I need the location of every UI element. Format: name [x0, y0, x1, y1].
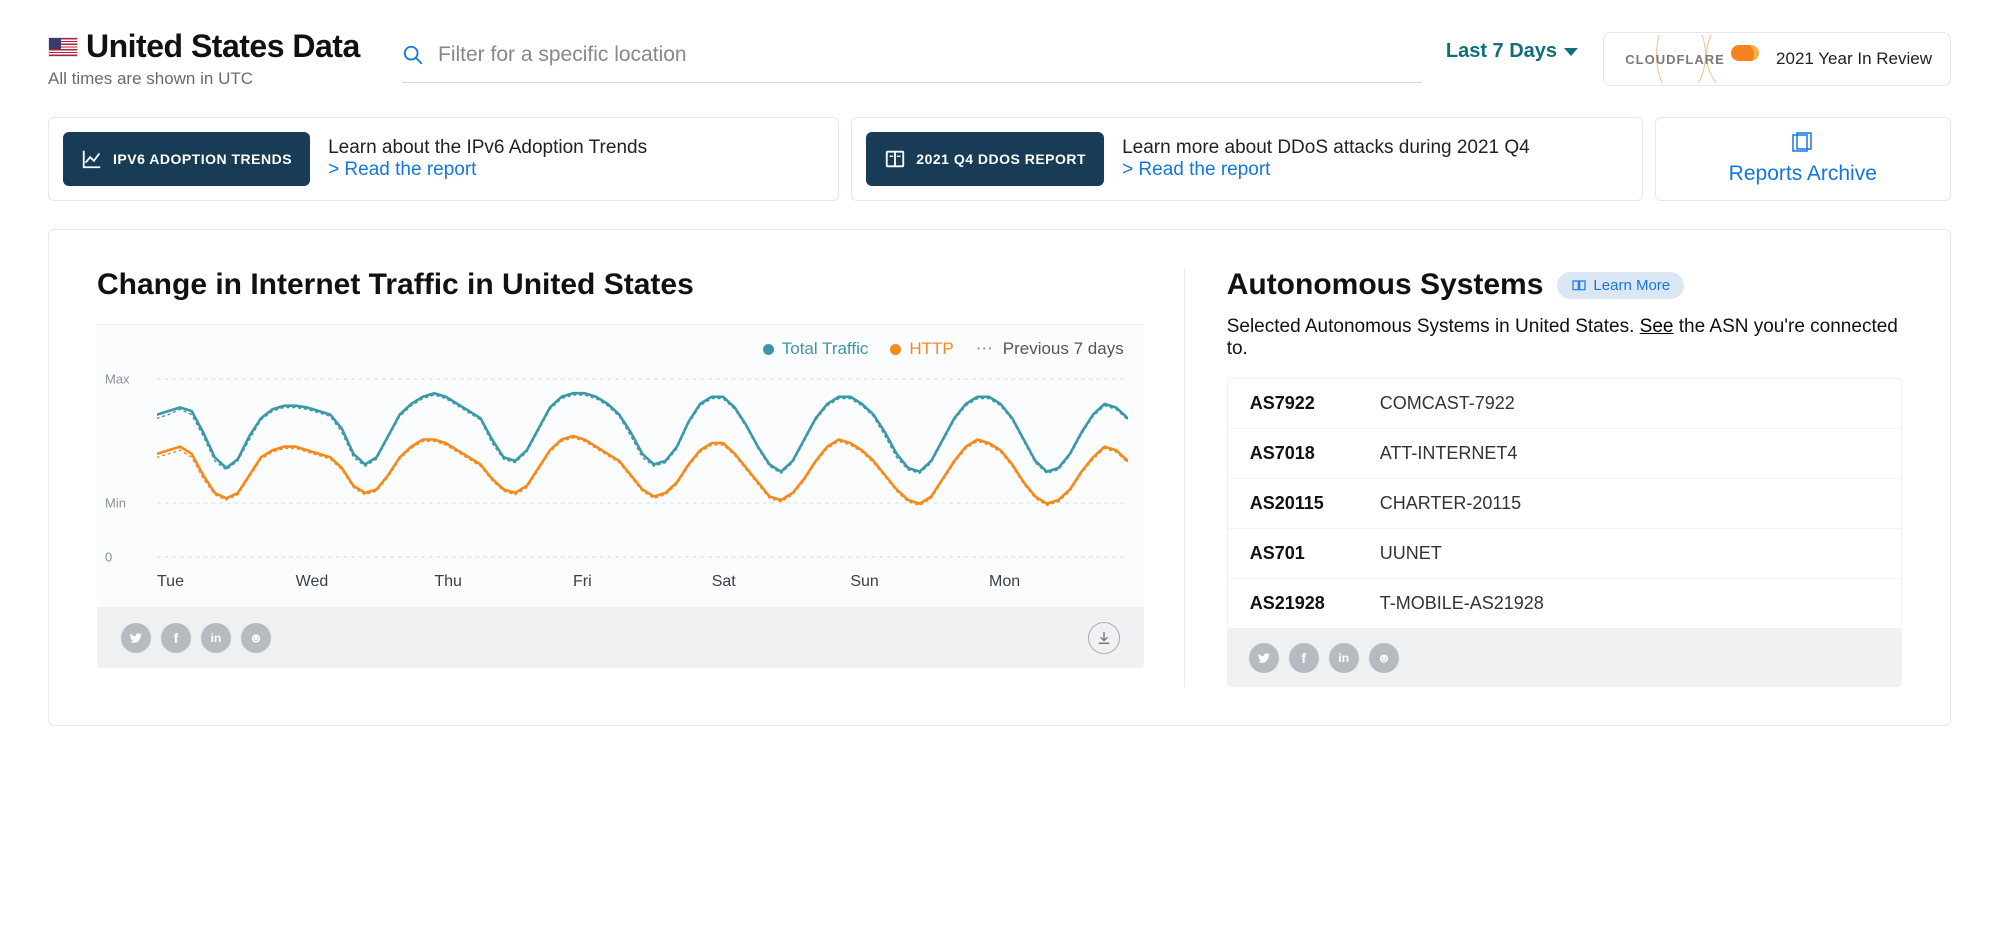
- asn-name: CHARTER-20115: [1380, 493, 1521, 514]
- share-reddit-icon[interactable]: [241, 623, 271, 653]
- legend-http: HTTP: [909, 339, 953, 359]
- chevron-down-icon: [1563, 46, 1579, 58]
- asn-name: T-MOBILE-AS21928: [1380, 593, 1544, 614]
- promo-ipv6-badge: IPV6 ADOPTION TRENDS: [113, 151, 292, 167]
- x-tick: Sat: [712, 573, 851, 591]
- asn-row[interactable]: AS21928T-MOBILE-AS21928: [1228, 578, 1901, 628]
- x-tick: Sun: [850, 573, 989, 591]
- traffic-chart: Total Traffic HTTP ⋯ Previous 7 days Max…: [97, 324, 1144, 608]
- y-tick-zero: 0: [105, 550, 112, 565]
- x-tick: Fri: [573, 573, 712, 591]
- page-title: United States Data: [86, 28, 360, 65]
- share-reddit-icon[interactable]: [1369, 643, 1399, 673]
- x-tick: Tue: [157, 573, 296, 591]
- asn-table: AS7922COMCAST-7922AS7018ATT-INTERNET4AS2…: [1227, 378, 1902, 629]
- asn-name: COMCAST-7922: [1380, 393, 1515, 414]
- time-range-label: Last 7 Days: [1446, 40, 1557, 63]
- us-flag-icon: [48, 37, 78, 57]
- asn-code: AS21928: [1250, 593, 1380, 614]
- asn-row[interactable]: AS7922COMCAST-7922: [1228, 379, 1901, 428]
- asn-name: UUNET: [1380, 543, 1442, 564]
- x-tick: Thu: [434, 573, 573, 591]
- asn-code: AS7018: [1250, 443, 1380, 464]
- location-search[interactable]: [402, 36, 1422, 83]
- promo-ddos[interactable]: 2021 Q4 DDOS REPORT Learn more about DDo…: [851, 117, 1642, 201]
- learn-more-button[interactable]: Learn More: [1557, 272, 1684, 299]
- promo-ipv6[interactable]: IPV6 ADOPTION TRENDS Learn about the IPv…: [48, 117, 839, 201]
- search-input[interactable]: [436, 42, 1422, 68]
- asn-row[interactable]: AS7018ATT-INTERNET4: [1228, 428, 1901, 478]
- x-tick: Wed: [296, 573, 435, 591]
- asn-code: AS7922: [1250, 393, 1380, 414]
- promo-ddos-badge: 2021 Q4 DDOS REPORT: [916, 151, 1086, 167]
- learn-more-label: Learn More: [1593, 277, 1670, 294]
- reports-archive[interactable]: Reports Archive: [1655, 117, 1951, 201]
- y-tick-max: Max: [105, 372, 130, 387]
- see-asn-link[interactable]: See: [1640, 316, 1674, 337]
- archive-icon: [1791, 132, 1815, 154]
- x-tick: Mon: [989, 573, 1128, 591]
- asn-code: AS20115: [1250, 493, 1380, 514]
- book-icon: [1571, 278, 1587, 292]
- share-linkedin-icon[interactable]: in: [1329, 643, 1359, 673]
- report-icon: [884, 148, 906, 170]
- cloudflare-logo: CLOUDFLARE: [1622, 41, 1762, 77]
- share-linkedin-icon[interactable]: in: [201, 623, 231, 653]
- legend-dots-icon: ⋯: [976, 339, 995, 359]
- legend-dot-total: [763, 344, 774, 355]
- time-range-select[interactable]: Last 7 Days: [1446, 40, 1579, 63]
- legend-total: Total Traffic: [782, 339, 869, 359]
- legend-prev: Previous 7 days: [1003, 339, 1124, 359]
- asn-description: Selected Autonomous Systems in United St…: [1227, 316, 1902, 360]
- year-in-review-link[interactable]: CLOUDFLARE 2021 Year In Review: [1603, 32, 1951, 86]
- share-facebook-icon[interactable]: f: [161, 623, 191, 653]
- asn-name: ATT-INTERNET4: [1380, 443, 1518, 464]
- promo-ddos-link[interactable]: > Read the report: [1122, 159, 1530, 181]
- share-facebook-icon[interactable]: f: [1289, 643, 1319, 673]
- timezone-note: All times are shown in UTC: [48, 69, 378, 89]
- archive-label: Reports Archive: [1729, 162, 1877, 186]
- chart-line-icon: [81, 148, 103, 170]
- download-chart-button[interactable]: [1088, 622, 1120, 654]
- chart-title: Change in Internet Traffic in United Sta…: [97, 268, 1144, 302]
- search-icon: [402, 44, 424, 66]
- y-tick-min: Min: [105, 496, 126, 511]
- legend-dot-http: [890, 344, 901, 355]
- asn-title: Autonomous Systems: [1227, 268, 1544, 302]
- promo-ddos-headline: Learn more about DDoS attacks during 202…: [1122, 137, 1530, 159]
- promo-ipv6-headline: Learn about the IPv6 Adoption Trends: [328, 137, 647, 159]
- share-twitter-icon[interactable]: [1249, 643, 1279, 673]
- promo-ipv6-link[interactable]: > Read the report: [328, 159, 647, 181]
- asn-row[interactable]: AS20115CHARTER-20115: [1228, 478, 1901, 528]
- year-review-label: 2021 Year In Review: [1776, 49, 1932, 69]
- asn-row[interactable]: AS701UUNET: [1228, 528, 1901, 578]
- asn-code: AS701: [1250, 543, 1380, 564]
- share-twitter-icon[interactable]: [121, 623, 151, 653]
